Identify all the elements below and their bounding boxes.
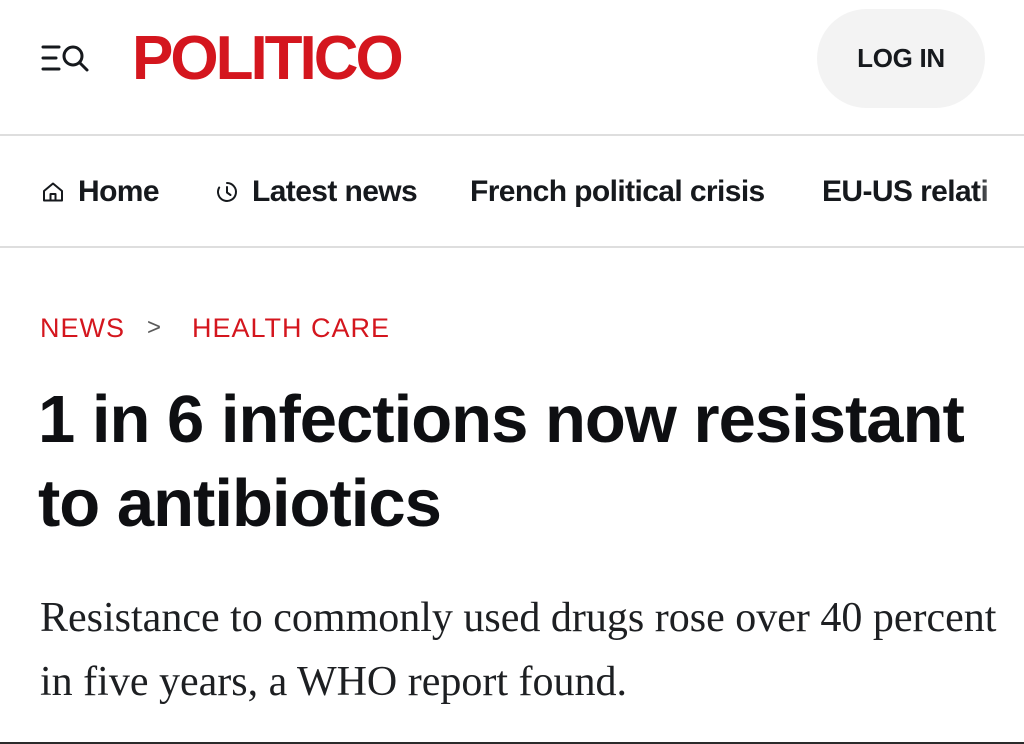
- section-nav: Home Latest news French political crisis…: [0, 136, 1024, 246]
- nav-item-home[interactable]: Home: [40, 174, 160, 210]
- login-button[interactable]: LOG IN: [817, 9, 985, 108]
- chevron-right-icon: >: [147, 314, 163, 341]
- breadcrumb: NEWS > HEALTH CARE: [40, 312, 390, 344]
- nav-item-latest-news[interactable]: Latest news: [214, 174, 418, 210]
- nav-item-label: Latest news: [252, 175, 418, 208]
- home-icon: [40, 179, 66, 205]
- breadcrumb-health-care[interactable]: HEALTH CARE: [192, 313, 390, 344]
- nav-item-label: EU-US relati: [822, 175, 989, 208]
- article-headline: 1 in 6 infections now resistant to antib…: [38, 382, 965, 541]
- nav-item-french-political-crisis[interactable]: French political crisis: [470, 174, 765, 210]
- nav-item-label: French political crisis: [470, 175, 765, 208]
- nav-divider: [0, 246, 1024, 248]
- breadcrumb-news[interactable]: NEWS: [40, 313, 125, 344]
- nav-item-eu-us-relations[interactable]: EU-US relati: [822, 174, 989, 210]
- site-header: POLITICO LOG IN: [0, 0, 1024, 134]
- clock-icon: [214, 179, 240, 205]
- politico-logo[interactable]: POLITICO: [132, 26, 404, 92]
- nav-item-label: Home: [78, 175, 160, 208]
- menu-search-icon[interactable]: [40, 40, 92, 76]
- article-dek: Resistance to commonly used drugs rose o…: [40, 595, 997, 705]
